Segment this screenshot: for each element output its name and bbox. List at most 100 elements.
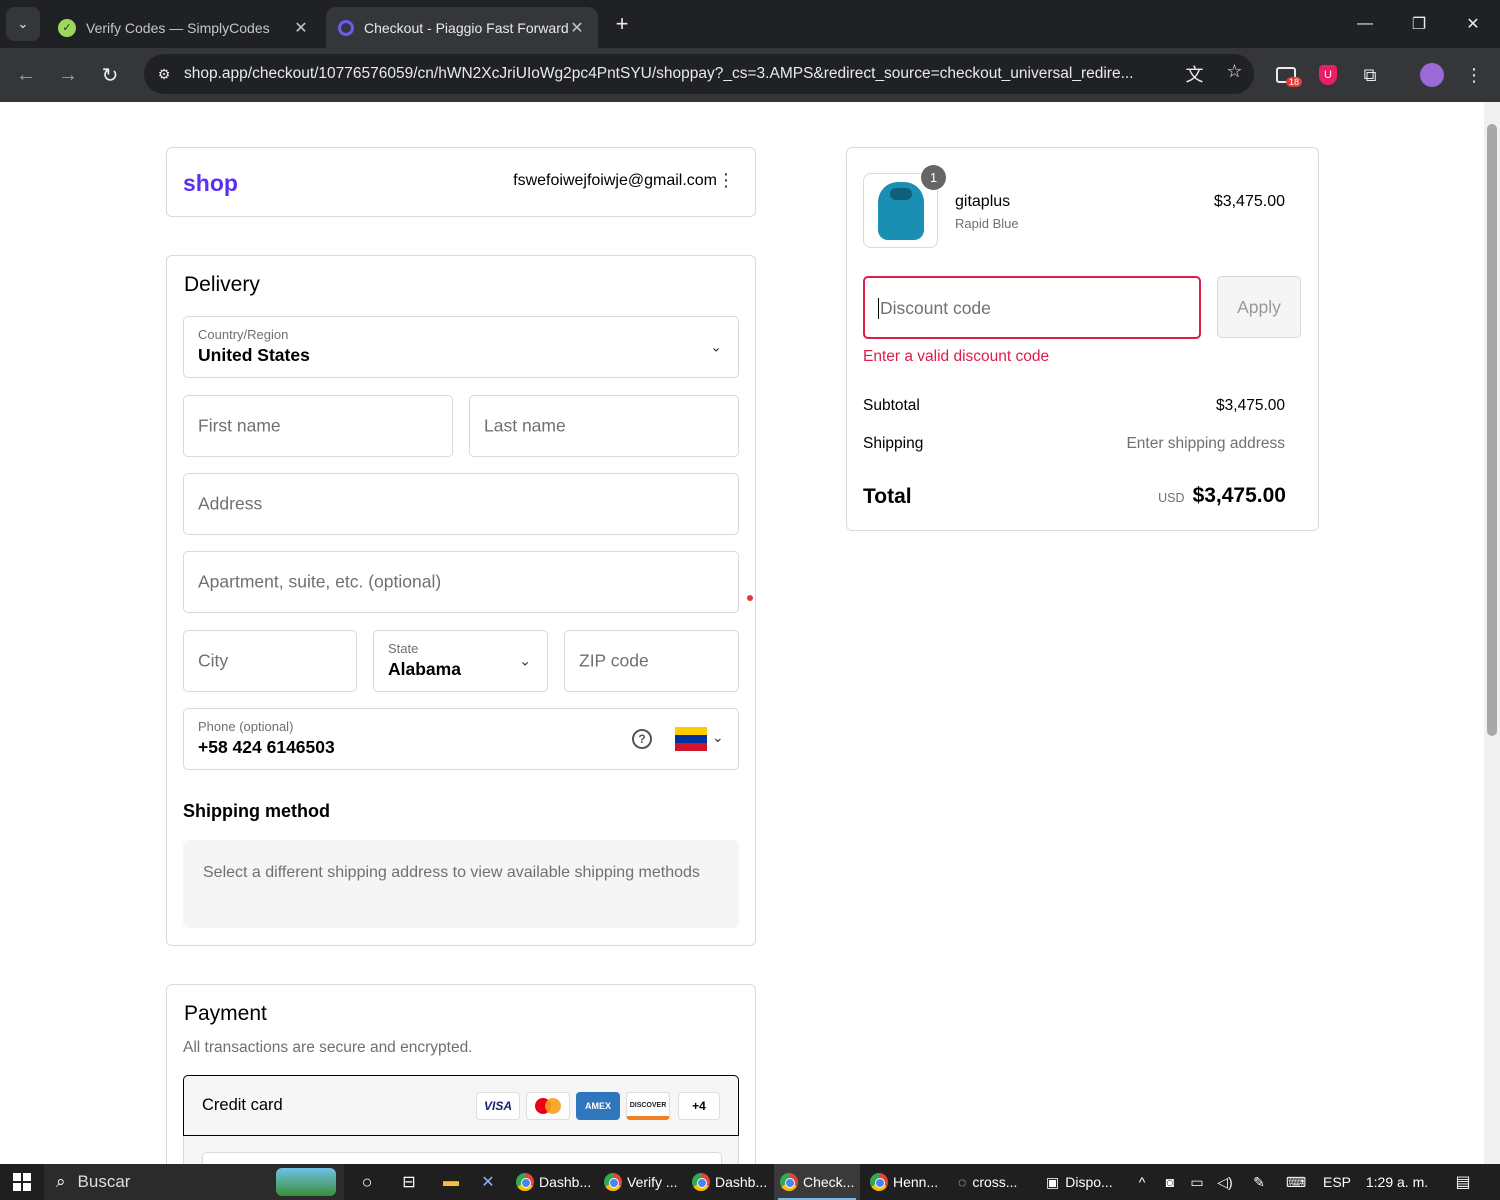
chrome-icon: [780, 1173, 798, 1191]
total-value: $3,475.00: [1192, 484, 1286, 507]
taskbar-app-7[interactable]: ▣ Dispo...: [1040, 1164, 1124, 1200]
shield-extension-icon[interactable]: U: [1314, 61, 1342, 89]
state-value: Alabama: [388, 659, 461, 679]
close-window-button[interactable]: ✕: [1446, 0, 1500, 48]
credit-card-label: Credit card: [202, 1096, 283, 1114]
city-input[interactable]: City: [183, 630, 357, 692]
total-amount: USD $3,475.00: [1158, 484, 1286, 508]
discount-placeholder: Discount code: [878, 298, 991, 319]
page-scrollbar[interactable]: [1484, 102, 1500, 1164]
site-settings-icon[interactable]: ⚙: [144, 66, 184, 83]
shipping-value: Enter shipping address: [1126, 435, 1285, 452]
taskbar-search-text: Buscar: [77, 1172, 131, 1191]
file-explorer-icon[interactable]: ▬: [438, 1164, 464, 1200]
task-view-icon[interactable]: ⊟: [394, 1164, 424, 1200]
tab-verify-codes[interactable]: ✓ Verify Codes — SimplyCodes ✕: [46, 7, 322, 48]
tab-checkout[interactable]: Checkout - Piaggio Fast Forward ✕: [326, 7, 598, 48]
discount-error-text: Enter a valid discount code: [863, 348, 1050, 365]
back-button[interactable]: ←: [10, 59, 42, 91]
zip-input[interactable]: ZIP code: [564, 630, 739, 692]
taskbar-app-6[interactable]: ◌ cross...: [952, 1164, 1036, 1200]
taskbar-clock[interactable]: 1:29 a. m.: [1362, 1164, 1432, 1200]
scrollbar-thumb[interactable]: [1487, 124, 1497, 736]
close-icon[interactable]: ✕: [292, 18, 310, 38]
address-bar[interactable]: ⚙ shop.app/checkout/10776576059/cn/hWN2X…: [144, 54, 1254, 94]
phone-value: +58 424 6146503: [198, 737, 335, 757]
taskbar-app-label: cross...: [972, 1174, 1018, 1190]
card-number-input[interactable]: [202, 1152, 722, 1164]
taskbar-app-label: Dashb...: [715, 1174, 768, 1190]
keyboard-icon[interactable]: ⌨: [1282, 1164, 1310, 1200]
volume-icon[interactable]: ◁): [1214, 1164, 1236, 1200]
search-highlight-image: [276, 1168, 336, 1196]
language-indicator[interactable]: ESP: [1322, 1164, 1352, 1200]
forward-button[interactable]: →: [52, 59, 84, 91]
last-name-input[interactable]: Last name: [469, 395, 739, 457]
mastercard-icon: [526, 1092, 570, 1120]
gita-robot-detail: [890, 188, 912, 200]
new-tab-button[interactable]: +: [608, 10, 636, 38]
taskbar-app-label: Dashb...: [539, 1174, 592, 1190]
bookmark-star-icon[interactable]: ☆: [1226, 61, 1242, 87]
state-select[interactable]: State Alabama ⌄: [373, 630, 548, 692]
start-button[interactable]: [0, 1164, 44, 1200]
taskbar-app-3[interactable]: Dashb...: [686, 1164, 770, 1200]
more-menu-icon[interactable]: ⋮: [1460, 61, 1488, 89]
chrome-icon: [692, 1173, 710, 1191]
item-quantity-badge: 1: [921, 165, 946, 190]
discover-card-icon: DISCOVER: [626, 1092, 670, 1120]
shipping-method-notice: Select a different shipping address to v…: [183, 840, 739, 928]
browser-tab-bar: ⌄ ✓ Verify Codes — SimplyCodes ✕ Checkou…: [0, 0, 1500, 48]
country-select[interactable]: Country/Region United States ⌄: [183, 316, 739, 378]
restore-button[interactable]: ❐: [1392, 0, 1446, 48]
minimize-button[interactable]: —: [1338, 0, 1392, 48]
chevron-down-icon: ⌄: [17, 16, 29, 31]
shipping-method-message: Select a different shipping address to v…: [203, 864, 700, 881]
venezuela-flag-icon[interactable]: [675, 727, 707, 751]
arrow-right-icon: →: [58, 63, 78, 86]
profile-avatar[interactable]: [1418, 61, 1446, 89]
account-menu-icon[interactable]: ⋮: [717, 170, 735, 191]
pen-icon[interactable]: ✎: [1248, 1164, 1270, 1200]
discount-code-input[interactable]: Discount code: [863, 276, 1201, 339]
tray-webcam-icon[interactable]: ◙: [1160, 1164, 1180, 1200]
loading-icon: ◌: [958, 1174, 967, 1190]
taskbar-search-box[interactable]: ⌕ Buscar: [44, 1164, 344, 1200]
taskbar-app-1[interactable]: Dashb...: [510, 1164, 594, 1200]
item-price: $3,475.00: [1213, 193, 1285, 210]
country-value: United States: [198, 345, 310, 365]
credit-card-option[interactable]: Credit card VISA AMEX DISCOVER +4: [183, 1075, 739, 1136]
chrome-icon: [516, 1173, 534, 1191]
translate-icon[interactable]: 文: [1185, 61, 1203, 87]
app-icon[interactable]: ✕: [476, 1164, 500, 1200]
phone-input[interactable]: Phone (optional) +58 424 6146503 ? ⌄: [183, 708, 739, 770]
chevron-down-icon[interactable]: ⌄: [712, 729, 724, 746]
payment-heading: Payment: [184, 1002, 267, 1025]
taskbar-app-4[interactable]: Check...: [774, 1164, 860, 1200]
total-label: Total: [863, 485, 912, 508]
taskbar-app-5[interactable]: Henn...: [864, 1164, 948, 1200]
first-name-input[interactable]: First name: [183, 395, 453, 457]
taskbar-app-2[interactable]: Verify ...: [598, 1164, 682, 1200]
apply-button[interactable]: Apply: [1217, 276, 1301, 338]
tab-search-button[interactable]: ⌄: [6, 7, 40, 41]
apartment-input[interactable]: Apartment, suite, etc. (optional): [183, 551, 739, 613]
simplycodes-favicon-icon: ✓: [58, 18, 76, 37]
tray-chevron-up-icon[interactable]: ^: [1132, 1164, 1152, 1200]
cortana-icon[interactable]: ○: [352, 1164, 382, 1200]
extension-icon[interactable]: 18: [1272, 61, 1303, 89]
search-icon: ⌕: [56, 1172, 66, 1191]
help-icon[interactable]: ?: [632, 729, 652, 749]
close-icon[interactable]: ✕: [568, 18, 586, 38]
url-text[interactable]: shop.app/checkout/10776576059/cn/hWN2XcJ…: [184, 65, 1174, 83]
phone-label: Phone (optional): [198, 719, 294, 734]
chrome-icon: [604, 1173, 622, 1191]
network-icon[interactable]: ▭: [1186, 1164, 1208, 1200]
zip-placeholder: ZIP code: [579, 650, 649, 671]
reload-button[interactable]: ↻: [94, 59, 126, 91]
puzzle-extensions-icon[interactable]: ⧉: [1356, 61, 1384, 89]
last-name-placeholder: Last name: [484, 415, 566, 436]
amex-card-icon: AMEX: [576, 1092, 620, 1120]
notification-icon[interactable]: ▤: [1448, 1164, 1478, 1200]
address-input[interactable]: Address: [183, 473, 739, 535]
